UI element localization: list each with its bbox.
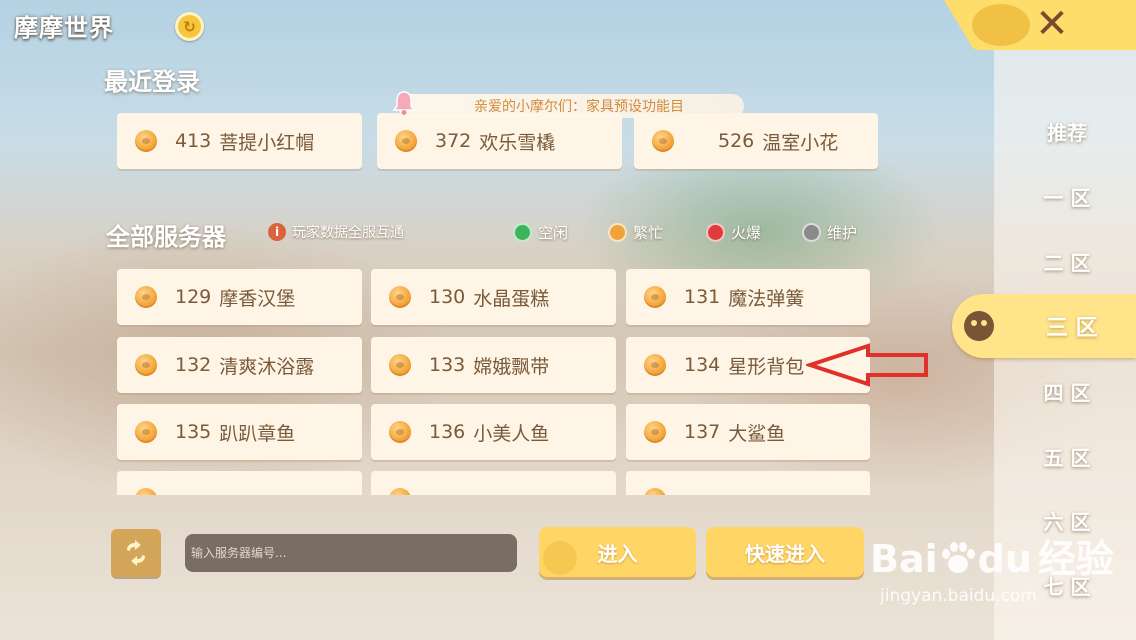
server-name: 欢乐雪橇 bbox=[479, 131, 556, 154]
server-card[interactable]: 135 趴趴章鱼 bbox=[117, 404, 362, 460]
server-card[interactable]: 137 大鲨鱼 bbox=[626, 404, 870, 460]
server-number-input[interactable] bbox=[185, 534, 517, 572]
quick-enter-button[interactable]: 快速进入 bbox=[706, 527, 864, 577]
server-number: 136 bbox=[429, 421, 466, 443]
status-busy-icon bbox=[135, 286, 157, 308]
status-busy-icon bbox=[644, 286, 666, 308]
swap-button[interactable] bbox=[111, 529, 161, 577]
server-number: 133 bbox=[429, 354, 466, 376]
server-number: 134 bbox=[684, 354, 721, 376]
nav-active-label: 三 区 bbox=[1046, 316, 1098, 341]
hint-text: 玩家数据全服互通 bbox=[292, 225, 404, 241]
all-servers-heading: 全部服务器 bbox=[106, 223, 226, 251]
server-number: 132 bbox=[175, 354, 212, 376]
server-number: 526 bbox=[718, 130, 755, 152]
server-name: 趴趴章鱼 bbox=[219, 422, 296, 445]
server-card[interactable] bbox=[626, 471, 870, 495]
quick-enter-label: 快速进入 bbox=[745, 541, 825, 566]
server-name: 嫦娥飘带 bbox=[473, 355, 550, 378]
nav-item-zone-2[interactable]: 二 区 bbox=[994, 241, 1136, 281]
legend-maintenance: 维护 bbox=[802, 222, 857, 243]
refresh-coin-icon[interactable]: ↻ bbox=[175, 12, 204, 41]
recent-server-card[interactable]: 372 欢乐雪橇 bbox=[377, 113, 622, 169]
legend-label: 维护 bbox=[827, 224, 858, 242]
server-number: 372 bbox=[435, 130, 472, 152]
status-busy-icon bbox=[389, 421, 411, 443]
recent-server-card[interactable]: 413 菩提小红帽 bbox=[117, 113, 362, 169]
nav-item-recommended[interactable]: 推荐 bbox=[994, 111, 1136, 151]
status-idle-icon bbox=[513, 223, 532, 242]
baidu-watermark: Bai du 经验 jingyan.baidu.com bbox=[870, 520, 1136, 640]
annotation-arrow bbox=[806, 343, 928, 387]
server-number: 130 bbox=[429, 286, 466, 308]
server-number: 129 bbox=[175, 286, 212, 308]
paw-icon bbox=[941, 542, 975, 573]
recent-server-card[interactable]: 526 温室小花 bbox=[634, 113, 878, 169]
server-card[interactable]: 129 摩香汉堡 bbox=[117, 269, 362, 325]
legend-busy: 繁忙 bbox=[608, 222, 663, 243]
status-busy-icon bbox=[395, 130, 417, 152]
server-number: 413 bbox=[175, 130, 212, 152]
server-name: 温室小花 bbox=[762, 131, 839, 154]
status-busy-icon bbox=[644, 488, 666, 495]
nav-item-zone-4[interactable]: 四 区 bbox=[994, 371, 1136, 411]
server-name: 大鲨鱼 bbox=[728, 422, 786, 445]
server-name: 菩提小红帽 bbox=[219, 131, 315, 154]
status-hot-icon bbox=[706, 223, 725, 242]
server-card[interactable]: 130 水晶蛋糕 bbox=[371, 269, 616, 325]
server-number: 131 bbox=[684, 286, 721, 308]
status-busy-icon bbox=[608, 223, 627, 242]
status-maintenance-icon bbox=[802, 223, 821, 242]
server-card[interactable]: 133 嫦娥飘带 bbox=[371, 337, 616, 393]
status-busy-icon bbox=[135, 130, 157, 152]
nav-item-zone-3-active[interactable]: 三 区 bbox=[952, 294, 1136, 358]
server-name: 摩香汉堡 bbox=[219, 287, 296, 310]
mole-face-icon bbox=[972, 4, 1030, 46]
bell-icon bbox=[392, 91, 416, 115]
legend-label: 空闲 bbox=[538, 224, 569, 242]
server-card[interactable] bbox=[371, 471, 616, 495]
server-card[interactable] bbox=[117, 471, 362, 495]
legend-label: 繁忙 bbox=[633, 224, 664, 242]
status-busy-icon bbox=[644, 421, 666, 443]
watermark-url: jingyan.baidu.com bbox=[880, 586, 1037, 606]
server-card[interactable]: 136 小美人鱼 bbox=[371, 404, 616, 460]
legend-label: 火爆 bbox=[731, 224, 762, 242]
nav-item-zone-1[interactable]: 一 区 bbox=[994, 176, 1136, 216]
status-busy-icon bbox=[389, 488, 411, 495]
watermark-brand: Bai du 经验 bbox=[870, 537, 1114, 581]
server-name: 清爽沐浴露 bbox=[219, 355, 315, 378]
notice-text: 亲爱的小摩尔们：家具预设功能目 bbox=[474, 99, 684, 115]
server-number: 135 bbox=[175, 421, 212, 443]
server-name: 小美人鱼 bbox=[473, 422, 550, 445]
nav-item-zone-5[interactable]: 五 区 bbox=[994, 436, 1136, 476]
legend-hot: 火爆 bbox=[706, 222, 761, 243]
legend-idle: 空闲 bbox=[513, 222, 568, 243]
notice-banner[interactable]: 亲爱的小摩尔们：家具预设功能目 bbox=[392, 91, 744, 118]
server-card[interactable]: 132 清爽沐浴露 bbox=[117, 337, 362, 393]
status-busy-icon bbox=[135, 421, 157, 443]
server-name: 水晶蛋糕 bbox=[473, 287, 550, 310]
server-name: 星形背包 bbox=[728, 355, 805, 378]
server-name: 魔法弹簧 bbox=[728, 287, 805, 310]
status-busy-icon bbox=[135, 354, 157, 376]
status-busy-icon bbox=[135, 488, 157, 495]
close-icon: ✕ bbox=[1035, 1, 1069, 47]
data-sync-hint: i 玩家数据全服互通 bbox=[268, 222, 404, 242]
swap-arrows-icon bbox=[127, 540, 145, 566]
mole-face-icon bbox=[543, 541, 577, 575]
server-number: 137 bbox=[684, 421, 721, 443]
close-button[interactable]: ✕ bbox=[1030, 1, 1074, 47]
enter-button[interactable]: 进入 bbox=[539, 527, 696, 577]
enter-label: 进入 bbox=[597, 541, 638, 566]
status-busy-icon bbox=[389, 286, 411, 308]
status-busy-icon bbox=[652, 130, 674, 152]
app-title: 摩摩世界 bbox=[14, 14, 114, 42]
recent-heading: 最近登录 bbox=[104, 68, 200, 96]
status-busy-icon bbox=[644, 354, 666, 376]
info-icon: i bbox=[268, 223, 286, 241]
server-card[interactable]: 131 魔法弹簧 bbox=[626, 269, 870, 325]
status-busy-icon bbox=[389, 354, 411, 376]
mole-face-icon bbox=[964, 311, 994, 341]
